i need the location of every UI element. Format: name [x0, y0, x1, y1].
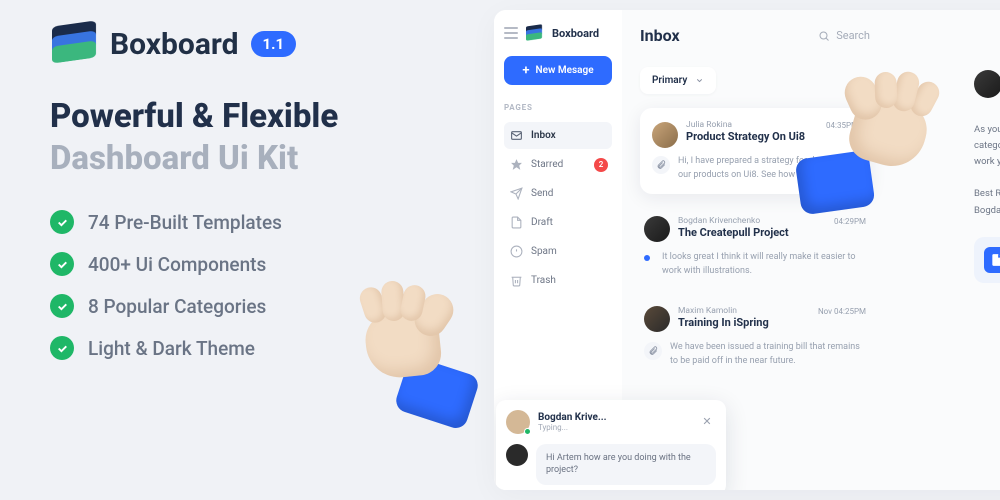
send-icon — [510, 187, 523, 200]
sidebar-brand: Boxboard — [552, 27, 599, 40]
inbox-icon — [510, 129, 523, 142]
avatar — [974, 70, 1000, 98]
hand-illustration-icon — [789, 59, 951, 221]
message-item[interactable]: Bogdan Krivenchenko04:29PM The Createpul… — [640, 206, 870, 288]
avatar — [652, 122, 678, 148]
feature-item: 400+ Ui Components — [50, 252, 470, 276]
message-detail: Bogdan Krive bogdan@unise As you already… — [974, 70, 1000, 283]
trash-icon — [510, 274, 523, 287]
attachment-icon — [644, 342, 662, 360]
plus-icon: + — [522, 64, 529, 77]
check-icon — [50, 252, 74, 276]
sidebar-item-spam[interactable]: Spam — [504, 238, 612, 265]
message-subject: The Createpull Project — [678, 226, 866, 239]
avatar — [506, 444, 528, 466]
avatar — [644, 216, 670, 242]
avatar — [644, 306, 670, 332]
chat-message: Hi Artem how are you doing with the proj… — [536, 444, 716, 485]
sidebar-item-starred[interactable]: Starred 2 — [504, 151, 612, 178]
avatar — [506, 410, 530, 434]
file-attachment[interactable]: Boxboard 50 Kb — [974, 237, 1000, 283]
typing-status: Typing... — [538, 423, 607, 432]
sidebar-item-draft[interactable]: Draft — [504, 209, 612, 236]
chevron-down-icon — [695, 76, 704, 85]
boxboard-logo-icon — [50, 20, 98, 68]
message-subject: Training In iSpring — [678, 316, 866, 329]
menu-icon[interactable] — [504, 27, 518, 39]
version-badge: 1.1 — [251, 31, 297, 57]
boxboard-logo-icon — [526, 24, 544, 42]
unread-dot-icon — [644, 255, 650, 261]
page-title: Inbox — [640, 26, 680, 45]
attachment-icon — [652, 156, 670, 174]
sidebar-item-trash[interactable]: Trash — [504, 267, 612, 294]
promo-headline: Powerful & Flexible Dashboard Ui Kit — [50, 96, 470, 180]
message-item[interactable]: Maxim KamolinNov 04:25PM Training In iSp… — [640, 296, 870, 378]
pages-section-label: PAGES — [504, 103, 612, 112]
hand-illustration-icon — [350, 285, 480, 415]
chat-popup: Bogdan Krive... Typing... ✕ Hi Artem how… — [496, 400, 726, 490]
unread-badge: 2 — [594, 158, 608, 172]
close-icon[interactable]: ✕ — [698, 413, 716, 431]
message-signature: Best Regards, Bogdan at Unisense. — [974, 186, 1000, 218]
check-icon — [50, 336, 74, 360]
spam-icon — [510, 245, 523, 258]
draft-icon — [510, 216, 523, 229]
online-status-icon — [524, 428, 531, 435]
search-icon — [818, 30, 830, 42]
document-icon — [984, 247, 1000, 273]
sidebar-item-send[interactable]: Send — [504, 180, 612, 207]
chat-sender-name: Bogdan Krive... — [538, 412, 607, 423]
sidebar-item-inbox[interactable]: Inbox — [504, 122, 612, 149]
feature-item: 74 Pre-Built Templates — [50, 210, 470, 234]
check-icon — [50, 294, 74, 318]
filter-dropdown[interactable]: Primary — [640, 67, 716, 94]
new-message-button[interactable]: +New Mesage — [504, 56, 612, 85]
star-icon — [510, 158, 523, 171]
search-input[interactable]: Search — [818, 29, 870, 42]
sidebar: Boxboard +New Mesage PAGES Inbox Starred… — [494, 10, 622, 490]
brand-name: Boxboard — [110, 27, 239, 62]
message-body: As you already know, you a new category … — [974, 122, 1000, 170]
check-icon — [50, 210, 74, 234]
